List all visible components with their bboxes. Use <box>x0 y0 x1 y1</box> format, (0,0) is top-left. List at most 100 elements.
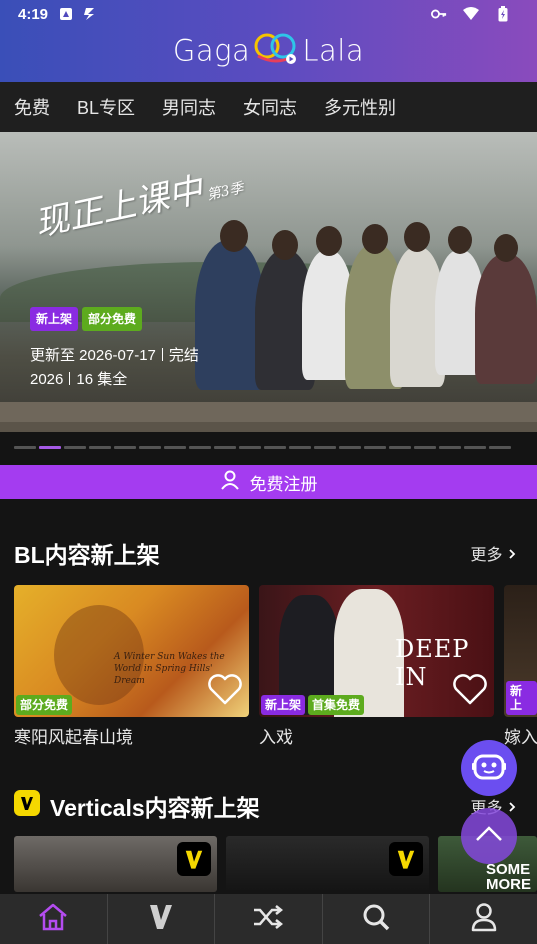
logo-rings-icon <box>252 32 300 73</box>
status-time: 4:19 <box>18 5 49 23</box>
hero-status: 完结 <box>168 347 199 364</box>
hero-person-head <box>316 226 342 256</box>
tab-bl[interactable]: BL专区 <box>77 94 135 120</box>
carousel-dot[interactable] <box>64 446 86 449</box>
profile-icon <box>470 902 498 937</box>
app-notification-icon <box>58 6 74 22</box>
section-title-bl: BL内容新上架 <box>14 542 160 568</box>
category-tabs: 免费 BL专区 男同志 女同志 多元性别 <box>0 82 537 132</box>
divider <box>161 348 163 361</box>
tab-diverse[interactable]: 多元性别 <box>324 94 396 120</box>
card-badges: 部分免费 <box>16 695 73 715</box>
chevron-up-icon <box>474 825 504 848</box>
shuffle-icon <box>251 903 285 936</box>
carousel-dot[interactable] <box>414 446 436 449</box>
hero-year: 2026 <box>30 371 64 388</box>
hero-update: 更新至 2026-07-17 <box>30 347 156 364</box>
robot-icon <box>472 751 506 786</box>
hero-update-info: 更新至 2026-07-17 完结 <box>30 344 199 365</box>
nav-verticals[interactable] <box>108 894 216 944</box>
hero-person-head <box>272 230 298 260</box>
wifi-icon <box>463 6 479 22</box>
logo-left: Gaga <box>172 33 251 68</box>
user-icon <box>220 470 240 495</box>
hero-show-title: 现正上课中第3季 <box>31 163 248 251</box>
carousel-dot[interactable] <box>264 446 286 449</box>
carousel-indicator <box>14 446 511 449</box>
hero-title-text: 现正上课中 <box>31 170 207 245</box>
verticals-logo-icon <box>14 790 40 816</box>
verticals-badge-icon <box>177 842 211 876</box>
carousel-dot[interactable] <box>214 446 236 449</box>
status-bar: 4:19 <box>0 0 537 28</box>
nav-search[interactable] <box>323 894 431 944</box>
vertical-card[interactable] <box>226 836 429 892</box>
content-card[interactable]: DEEP IN 新上架 首集免费 <box>259 585 494 717</box>
chevron-right-icon <box>507 800 517 817</box>
register-button[interactable]: 免费注册 <box>0 465 537 499</box>
hero-person-head <box>494 234 518 262</box>
carousel-dot[interactable] <box>14 446 36 449</box>
heart-icon[interactable] <box>452 674 488 711</box>
bottom-navigation <box>0 894 537 944</box>
poster-text: SOME MORE <box>486 861 531 892</box>
tab-lesbian[interactable]: 女同志 <box>243 94 297 120</box>
nav-profile[interactable] <box>430 894 537 944</box>
app-logo: Gaga Lala <box>0 32 537 73</box>
carousel-dot[interactable] <box>164 446 186 449</box>
nav-shuffle[interactable] <box>215 894 323 944</box>
logo-right: Lala <box>302 33 365 68</box>
carousel-dot[interactable] <box>114 446 136 449</box>
carousel-dot[interactable] <box>439 446 461 449</box>
home-icon <box>37 902 69 937</box>
hero-meta: 2026 16 集全 <box>30 368 127 389</box>
chatbot-button[interactable] <box>461 740 517 796</box>
verticals-badge-icon <box>389 842 423 876</box>
scroll-to-top-button[interactable] <box>461 808 517 864</box>
verticals-icon <box>147 902 175 937</box>
carousel-dot[interactable] <box>289 446 311 449</box>
badge-new: 新上架 <box>261 695 306 715</box>
register-label: 免费注册 <box>249 474 318 494</box>
nav-home[interactable] <box>0 894 108 944</box>
heart-icon[interactable] <box>207 674 243 711</box>
hero-person-head <box>220 220 248 252</box>
carousel-dot[interactable] <box>314 446 336 449</box>
vertical-card[interactable] <box>14 836 217 892</box>
section-title-verticals: Verticals内容新上架 <box>50 795 260 821</box>
bolt-icon <box>82 6 98 22</box>
more-link-bl[interactable]: 更多 <box>471 541 517 565</box>
badge-new: 新上架 <box>30 307 79 331</box>
hero-person-head <box>404 222 430 252</box>
hero-badges: 新上架 部分免费 <box>30 307 143 331</box>
carousel-dot[interactable] <box>189 446 211 449</box>
battery-icon <box>495 6 511 22</box>
carousel-dot[interactable] <box>39 446 61 449</box>
hero-background-wall <box>0 422 537 432</box>
hero-banner[interactable]: 现正上课中第3季 新上架 部分免费 更新至 2026-07-17 完结 2026 1… <box>0 132 537 432</box>
card-badges: 新上 <box>506 681 537 715</box>
divider <box>69 372 71 385</box>
content-card[interactable]: 新上 <box>504 585 537 717</box>
badge-first-free: 首集免费 <box>308 695 365 715</box>
tab-free[interactable]: 免费 <box>14 94 50 120</box>
card-title[interactable]: 寒阳风起春山境 <box>14 723 133 748</box>
carousel-dot[interactable] <box>339 446 361 449</box>
key-icon <box>431 6 447 22</box>
search-icon <box>361 902 391 937</box>
carousel-dot[interactable] <box>464 446 486 449</box>
badge-new: 新上 <box>506 681 537 715</box>
hero-person-head <box>362 224 388 254</box>
tab-gay[interactable]: 男同志 <box>162 94 216 120</box>
carousel-dot[interactable] <box>489 446 511 449</box>
carousel-dot[interactable] <box>239 446 261 449</box>
card-badges: 新上架 首集免费 <box>261 695 365 715</box>
hero-person <box>475 254 537 384</box>
card-title[interactable]: 嫁入 <box>504 723 537 748</box>
carousel-dot[interactable] <box>139 446 161 449</box>
carousel-dot[interactable] <box>389 446 411 449</box>
carousel-dot[interactable] <box>364 446 386 449</box>
card-title[interactable]: 入戏 <box>259 723 293 748</box>
content-card[interactable]: A Winter Sun Wakes the World in Spring H… <box>14 585 249 717</box>
carousel-dot[interactable] <box>89 446 111 449</box>
